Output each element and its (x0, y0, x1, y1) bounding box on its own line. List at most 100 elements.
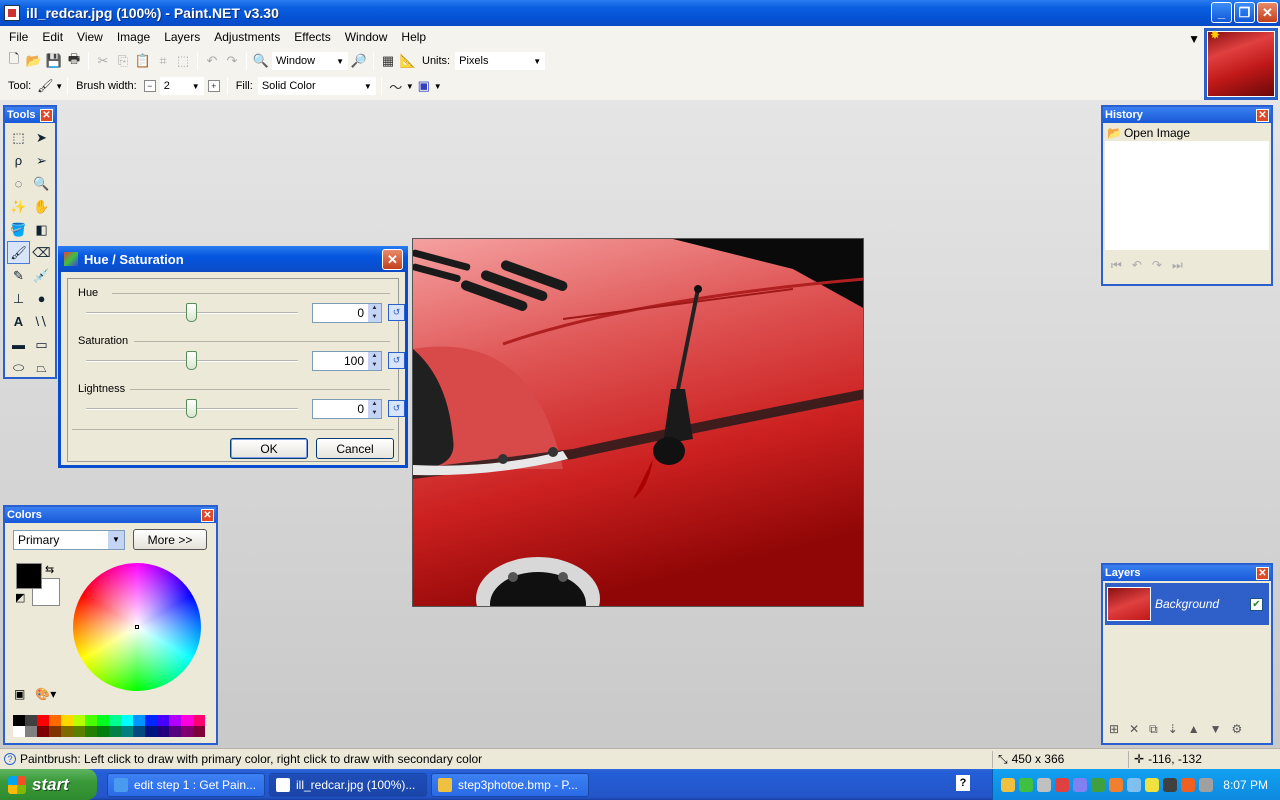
fill-select[interactable]: Solid Color ▼ (256, 76, 377, 96)
palette-swatch[interactable] (73, 726, 85, 737)
signal-icon[interactable] (1019, 777, 1033, 792)
restore-button[interactable]: ❐ (1234, 2, 1255, 23)
eraser-icon[interactable]: ⌫ (30, 241, 53, 264)
minimize-button[interactable]: _ (1211, 2, 1232, 23)
close-icon[interactable]: ✕ (201, 508, 214, 522)
menu-effects[interactable]: Effects (287, 30, 337, 44)
palette-swatch[interactable] (181, 726, 193, 737)
menu-help[interactable]: Help (394, 30, 433, 44)
decrease-width-button[interactable]: − (143, 80, 156, 92)
crop-icon[interactable]: ⌗ (153, 51, 173, 71)
palette-swatch[interactable] (61, 726, 73, 737)
reset-colors-icon[interactable]: ◩ (15, 591, 25, 604)
layer-item[interactable]: Background ✔ (1105, 583, 1269, 625)
network-icon[interactable] (1037, 777, 1051, 792)
swap-colors-icon[interactable]: ⇆ (45, 563, 54, 576)
spin-arrows-icon[interactable]: ▲ ▼ (368, 304, 381, 322)
palette-swatch[interactable] (145, 726, 157, 737)
chevron-down-icon[interactable]: ▼ (434, 82, 442, 91)
menu-view[interactable]: View (70, 30, 110, 44)
more-colors-button[interactable]: More >> (133, 529, 207, 550)
brush-width-select[interactable]: 2 ▼ (158, 76, 205, 96)
palette-swatch[interactable] (121, 726, 133, 737)
palette-swatch[interactable] (181, 715, 193, 726)
undo-icon[interactable]: ↶ (1132, 258, 1142, 273)
layer-properties-icon[interactable]: ⚙ (1232, 722, 1243, 737)
palette-swatch[interactable] (157, 715, 169, 726)
move-layer-up-icon[interactable]: ▲ (1188, 722, 1200, 737)
text-icon[interactable]: A (7, 310, 30, 333)
palette-swatch[interactable] (49, 726, 61, 737)
cut-icon[interactable]: ✂ (93, 51, 113, 71)
rewind-icon[interactable]: ⏮ (1111, 258, 1122, 273)
palette-swatch[interactable] (157, 726, 169, 737)
print-icon[interactable]: 🖶 (64, 51, 84, 71)
palette-swatch[interactable] (169, 715, 181, 726)
gradient-icon[interactable]: ◧ (30, 218, 53, 241)
deselect-icon[interactable]: ⬚ (173, 51, 193, 71)
taskbar-item-paintnet[interactable]: ill_redcar.jpg (100%)... (269, 772, 427, 797)
add-layer-icon[interactable]: ⊞ (1109, 722, 1119, 737)
chevron-down-icon[interactable]: ▼ (55, 82, 63, 91)
start-button[interactable]: start (0, 769, 97, 800)
save-icon[interactable]: 💾 (44, 51, 64, 71)
menu-adjustments[interactable]: Adjustments (207, 30, 287, 44)
palette-swatch[interactable] (13, 726, 25, 737)
menu-edit[interactable]: Edit (35, 30, 70, 44)
zoom-select[interactable]: Window ▼ (271, 51, 349, 71)
move-selection-icon[interactable]: ➤ (30, 126, 53, 149)
rectangle-icon[interactable]: ▬ (7, 333, 30, 356)
rectangle-select-icon[interactable]: ⬚ (7, 126, 30, 149)
palette-swatch[interactable] (25, 715, 37, 726)
rounded-rectangle-icon[interactable]: ▭ (30, 333, 53, 356)
palette-swatch[interactable] (49, 715, 61, 726)
tray-app-icon[interactable] (1145, 777, 1159, 792)
open-folder-icon[interactable]: 📂 (24, 51, 44, 71)
palette-swatch[interactable] (97, 726, 109, 737)
blend-mode-icon[interactable]: ▣ (414, 76, 434, 96)
merge-layer-down-icon[interactable]: ⇣ (1168, 722, 1178, 737)
menu-file[interactable]: File (2, 30, 35, 44)
menu-image[interactable]: Image (110, 30, 157, 44)
primary-color-swatch[interactable] (16, 563, 42, 589)
freeform-shape-icon[interactable]: ⏢ (30, 356, 53, 379)
paint-bucket-icon[interactable]: 🪣 (7, 218, 30, 241)
pencil-icon[interactable]: ✎ (7, 264, 30, 287)
palette-swatch[interactable] (73, 715, 85, 726)
clone-stamp-icon[interactable]: ⊥ (7, 287, 30, 310)
copy-icon[interactable]: ⎘ (113, 51, 133, 71)
close-icon[interactable]: ✕ (382, 249, 403, 270)
redo-icon[interactable]: ↷ (222, 51, 242, 71)
image-canvas[interactable] (412, 238, 864, 607)
fast-forward-icon[interactable]: ⏭ (1172, 258, 1183, 273)
cancel-button[interactable]: Cancel (316, 438, 394, 459)
lightness-slider-thumb[interactable] (186, 399, 197, 418)
color-picker-icon[interactable]: 💉 (30, 264, 53, 287)
new-file-icon[interactable]: 🗋 (4, 51, 24, 71)
menu-window[interactable]: Window (338, 30, 395, 44)
palette-swatch[interactable] (133, 726, 145, 737)
zoom-out-icon[interactable]: 🔍 (251, 51, 271, 71)
increase-width-button[interactable]: + (207, 80, 220, 92)
hue-spinbox[interactable]: 0 ▲ ▼ (312, 303, 382, 323)
help-icon[interactable]: ? (956, 775, 970, 791)
palette-swatch[interactable] (13, 715, 25, 726)
duplicate-layer-icon[interactable]: ⧉ (1149, 722, 1158, 737)
line-curve-icon[interactable]: \∖ (30, 310, 53, 333)
chevron-down-icon[interactable]: ▼ (406, 82, 414, 91)
paintnet-app-icon[interactable] (4, 5, 20, 21)
palette-menu-icon[interactable]: 🎨▾ (35, 687, 56, 701)
delete-layer-icon[interactable]: ✕ (1129, 722, 1139, 737)
palette-swatch[interactable] (25, 726, 37, 737)
palette-swatch[interactable] (193, 715, 205, 726)
palette-swatch[interactable] (121, 715, 133, 726)
security-shield-icon[interactable] (1001, 777, 1015, 792)
palette-swatch[interactable] (85, 715, 97, 726)
palette-swatch[interactable] (133, 715, 145, 726)
hue-reset-button[interactable]: ↺ (388, 304, 405, 321)
spin-arrows-icon[interactable]: ▲ ▼ (368, 400, 381, 418)
history-item[interactable]: 📂 Open Image (1105, 125, 1269, 141)
undo-icon[interactable]: ↶ (202, 51, 222, 71)
paste-icon[interactable]: 📋 (133, 51, 153, 71)
move-selected-icon[interactable]: ➢ (30, 149, 53, 172)
